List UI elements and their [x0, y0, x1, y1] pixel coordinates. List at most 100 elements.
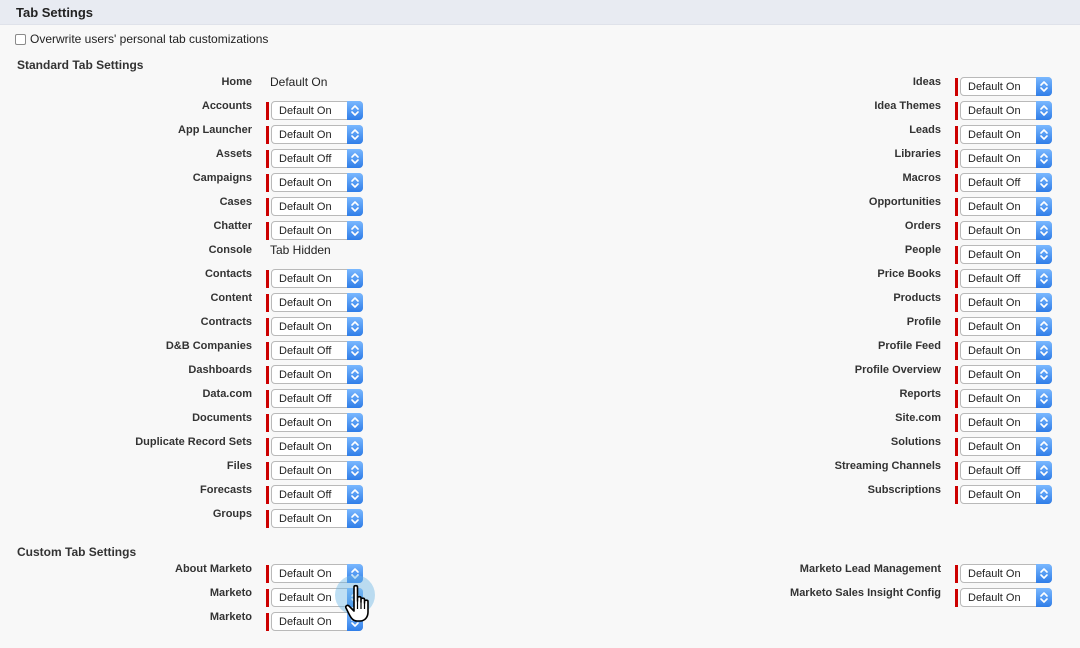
tab-setting-row-price-books: Price Books Default Off — [0, 267, 1080, 291]
tab-label: Products — [893, 292, 941, 304]
required-indicator — [955, 342, 958, 360]
select-value: Default On — [968, 153, 1021, 165]
up-down-chevron-icon — [347, 509, 363, 528]
tab-visibility-select[interactable]: Default On — [960, 485, 1052, 504]
tab-setting-row-solutions: Solutions Default On — [0, 435, 1080, 459]
tab-visibility-select[interactable]: Default On — [960, 564, 1052, 583]
tab-label: Reports — [899, 388, 941, 400]
section-header: Tab Settings — [0, 0, 1080, 25]
tab-setting-row-ideas: Ideas Default On — [0, 75, 1080, 99]
required-indicator — [955, 589, 958, 607]
up-down-chevron-icon — [1036, 173, 1052, 192]
tab-label: Subscriptions — [867, 484, 941, 496]
select-value: Default On — [968, 225, 1021, 237]
required-indicator — [955, 318, 958, 336]
tab-label: Groups — [212, 508, 252, 520]
hand-pointer-icon — [344, 584, 375, 631]
tab-setting-row-macros: Macros Default Off — [0, 171, 1080, 195]
required-indicator — [955, 126, 958, 144]
tab-visibility-select[interactable]: Default On — [960, 413, 1052, 432]
tab-setting-row-site-com: Site.com Default On — [0, 411, 1080, 435]
tab-visibility-select[interactable]: Default On — [960, 245, 1052, 264]
required-indicator — [955, 294, 958, 312]
tab-visibility-select[interactable]: Default On — [960, 101, 1052, 120]
overwrite-checkbox[interactable] — [15, 33, 26, 45]
tab-setting-row-opportunities: Opportunities Default On — [0, 195, 1080, 219]
tab-setting-row-people: People Default On — [0, 243, 1080, 267]
tab-visibility-select[interactable]: Default On — [960, 588, 1052, 607]
tab-visibility-select[interactable]: Default On — [960, 77, 1052, 96]
required-indicator — [955, 565, 958, 583]
tab-label: Idea Themes — [874, 100, 941, 112]
up-down-chevron-icon — [1036, 77, 1052, 96]
up-down-chevron-icon — [1036, 293, 1052, 312]
tab-label: People — [904, 244, 941, 256]
select-value: Default On — [968, 321, 1021, 333]
tab-setting-row-marketo-lead-management: Marketo Lead Management Default On — [0, 562, 1080, 586]
tab-label: Profile — [906, 316, 941, 328]
tab-label: Opportunities — [868, 196, 941, 208]
select-value: Default On — [968, 201, 1021, 213]
tab-setting-row-leads: Leads Default On — [0, 123, 1080, 147]
up-down-chevron-icon — [1036, 245, 1052, 264]
standard-tab-settings-title: Standard Tab Settings — [17, 58, 144, 72]
tab-visibility-select[interactable]: Default On — [960, 149, 1052, 168]
tab-setting-row-products: Products Default On — [0, 291, 1080, 315]
up-down-chevron-icon — [1036, 125, 1052, 144]
up-down-chevron-icon — [1036, 101, 1052, 120]
tab-visibility-select[interactable]: Default Off — [960, 173, 1052, 192]
tab-label: Price Books — [877, 268, 941, 280]
tab-label: Marketo — [209, 611, 252, 623]
tab-visibility-select[interactable]: Default On — [960, 293, 1052, 312]
tab-label: Ideas — [912, 76, 941, 88]
up-down-chevron-icon — [1036, 461, 1052, 480]
select-value: Default On — [968, 81, 1021, 93]
required-indicator — [955, 390, 958, 408]
tab-visibility-select[interactable]: Default On — [960, 437, 1052, 456]
tab-setting-row-marketo-sales-insight-config: Marketo Sales Insight Config Default On — [0, 586, 1080, 610]
tab-visibility-select[interactable]: Default On — [960, 317, 1052, 336]
required-indicator — [955, 102, 958, 120]
select-value: Default On — [968, 297, 1021, 309]
tab-setting-row-profile-feed: Profile Feed Default On — [0, 339, 1080, 363]
tab-label: Profile Overview — [854, 364, 941, 376]
tab-visibility-select[interactable]: Default On — [271, 509, 363, 528]
tab-visibility-select[interactable]: Default Off — [960, 461, 1052, 480]
required-indicator — [955, 78, 958, 96]
tab-label: Marketo Sales Insight Config — [790, 587, 941, 599]
tab-visibility-select[interactable]: Default On — [960, 197, 1052, 216]
select-value: Default On — [968, 568, 1021, 580]
tab-visibility-select[interactable]: Default On — [960, 125, 1052, 144]
up-down-chevron-icon — [1036, 317, 1052, 336]
required-indicator — [955, 366, 958, 384]
select-value: Default Off — [968, 273, 1021, 285]
select-value: Default On — [968, 417, 1021, 429]
tab-visibility-select[interactable]: Default On — [960, 341, 1052, 360]
tab-label: Macros — [902, 172, 941, 184]
required-indicator — [955, 438, 958, 456]
tab-setting-row-profile: Profile Default On — [0, 315, 1080, 339]
overwrite-option[interactable]: Overwrite users' personal tab customizat… — [15, 32, 268, 46]
custom-tab-settings-title: Custom Tab Settings — [17, 545, 137, 559]
select-value: Default On — [968, 105, 1021, 117]
required-indicator — [266, 613, 269, 631]
required-indicator — [955, 462, 958, 480]
up-down-chevron-icon — [1036, 437, 1052, 456]
tab-visibility-select[interactable]: Default On — [960, 221, 1052, 240]
select-value: Default On — [968, 129, 1021, 141]
tab-visibility-select[interactable]: Default On — [960, 389, 1052, 408]
required-indicator — [955, 222, 958, 240]
up-down-chevron-icon — [1036, 221, 1052, 240]
tab-visibility-select[interactable]: Default Off — [960, 269, 1052, 288]
up-down-chevron-icon — [1036, 269, 1052, 288]
up-down-chevron-icon — [1036, 485, 1052, 504]
tab-label: Marketo Lead Management — [799, 563, 941, 575]
tab-visibility-select[interactable]: Default On — [960, 365, 1052, 384]
tab-label: Libraries — [894, 148, 941, 160]
select-value: Default Off — [968, 465, 1021, 477]
required-indicator — [955, 198, 958, 216]
tab-setting-row-streaming-channels: Streaming Channels Default Off — [0, 459, 1080, 483]
tab-label: Leads — [909, 124, 941, 136]
page-title: Tab Settings — [16, 5, 94, 20]
overwrite-label: Overwrite users' personal tab customizat… — [30, 32, 269, 46]
